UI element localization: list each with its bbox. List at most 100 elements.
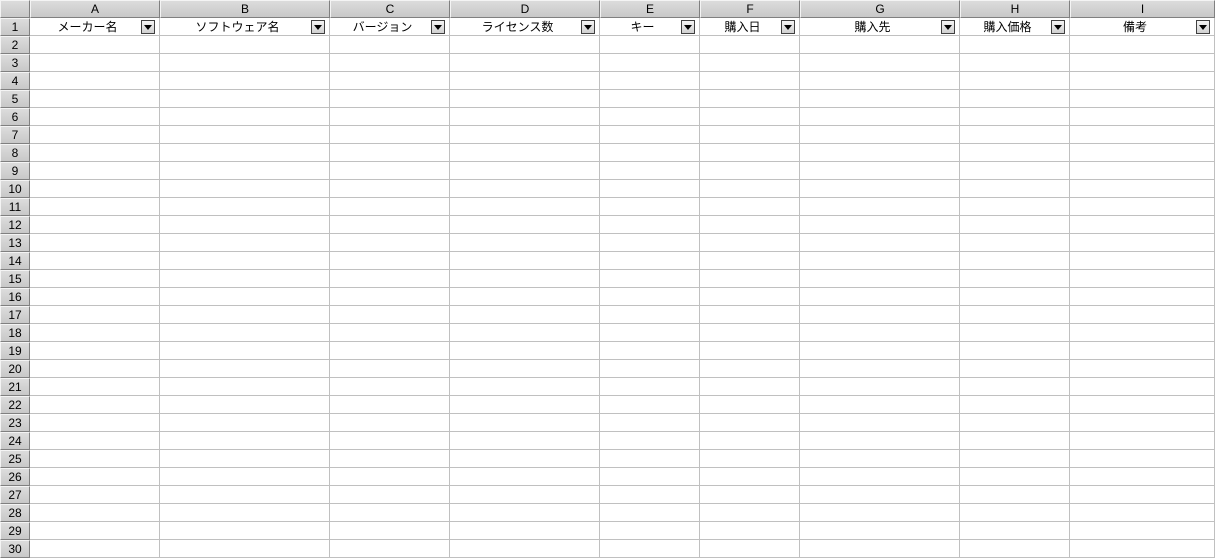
cell[interactable]: ライセンス数 xyxy=(450,18,600,36)
cell[interactable] xyxy=(450,450,600,468)
cell[interactable] xyxy=(160,54,330,72)
cell[interactable] xyxy=(330,360,450,378)
cell[interactable] xyxy=(450,540,600,558)
row-header[interactable]: 26 xyxy=(0,468,30,486)
cell[interactable] xyxy=(450,360,600,378)
cell[interactable] xyxy=(30,72,160,90)
cell[interactable] xyxy=(160,504,330,522)
cell[interactable] xyxy=(160,540,330,558)
cell[interactable] xyxy=(960,288,1070,306)
cell[interactable] xyxy=(1070,414,1215,432)
cell[interactable] xyxy=(30,414,160,432)
cell[interactable] xyxy=(450,198,600,216)
cell[interactable] xyxy=(330,396,450,414)
cell[interactable] xyxy=(800,288,960,306)
cell[interactable] xyxy=(600,36,700,54)
cell[interactable] xyxy=(600,378,700,396)
cell[interactable] xyxy=(800,342,960,360)
cell[interactable] xyxy=(1070,324,1215,342)
cell[interactable] xyxy=(450,324,600,342)
row-header[interactable]: 23 xyxy=(0,414,30,432)
cell[interactable] xyxy=(960,90,1070,108)
row-header[interactable]: 24 xyxy=(0,432,30,450)
cell[interactable] xyxy=(800,252,960,270)
row-header[interactable]: 12 xyxy=(0,216,30,234)
cell[interactable] xyxy=(600,126,700,144)
cell[interactable] xyxy=(960,72,1070,90)
cell[interactable] xyxy=(600,234,700,252)
cell[interactable] xyxy=(30,216,160,234)
row-header[interactable]: 13 xyxy=(0,234,30,252)
cell[interactable] xyxy=(30,108,160,126)
cell[interactable] xyxy=(450,306,600,324)
cell[interactable] xyxy=(600,450,700,468)
row-header[interactable]: 3 xyxy=(0,54,30,72)
cell[interactable] xyxy=(800,234,960,252)
cell[interactable] xyxy=(600,90,700,108)
cell[interactable] xyxy=(1070,54,1215,72)
cell[interactable] xyxy=(800,522,960,540)
cell[interactable] xyxy=(450,414,600,432)
row-header[interactable]: 15 xyxy=(0,270,30,288)
cell[interactable] xyxy=(160,378,330,396)
cell[interactable] xyxy=(330,324,450,342)
cell[interactable] xyxy=(600,198,700,216)
row-header[interactable]: 22 xyxy=(0,396,30,414)
cell[interactable] xyxy=(30,378,160,396)
row-header[interactable]: 17 xyxy=(0,306,30,324)
row-header[interactable]: 11 xyxy=(0,198,30,216)
cell[interactable] xyxy=(30,396,160,414)
cell[interactable] xyxy=(450,126,600,144)
cell[interactable] xyxy=(30,252,160,270)
cell[interactable] xyxy=(330,216,450,234)
cell[interactable] xyxy=(330,198,450,216)
filter-dropdown-button[interactable] xyxy=(681,20,695,34)
filter-dropdown-button[interactable] xyxy=(581,20,595,34)
row-header[interactable]: 18 xyxy=(0,324,30,342)
row-header[interactable]: 2 xyxy=(0,36,30,54)
cell[interactable] xyxy=(700,36,800,54)
cell[interactable] xyxy=(600,432,700,450)
cell[interactable] xyxy=(160,414,330,432)
cell[interactable] xyxy=(800,270,960,288)
cell[interactable] xyxy=(160,450,330,468)
cell[interactable] xyxy=(600,216,700,234)
row-header[interactable]: 27 xyxy=(0,486,30,504)
cell[interactable] xyxy=(800,378,960,396)
cell[interactable] xyxy=(700,504,800,522)
cell[interactable] xyxy=(800,36,960,54)
cell[interactable] xyxy=(600,468,700,486)
cell[interactable] xyxy=(700,324,800,342)
filter-dropdown-button[interactable] xyxy=(1196,20,1210,34)
column-header-H[interactable]: H xyxy=(960,0,1070,18)
cell[interactable] xyxy=(330,270,450,288)
cell[interactable] xyxy=(450,270,600,288)
cell[interactable] xyxy=(330,234,450,252)
cell[interactable] xyxy=(30,180,160,198)
cell[interactable] xyxy=(1070,270,1215,288)
cell[interactable] xyxy=(800,504,960,522)
cell[interactable] xyxy=(450,54,600,72)
cell[interactable] xyxy=(450,90,600,108)
cell[interactable] xyxy=(160,198,330,216)
cell[interactable] xyxy=(960,306,1070,324)
cell[interactable] xyxy=(160,306,330,324)
cell[interactable]: バージョン xyxy=(330,18,450,36)
cell[interactable] xyxy=(1070,486,1215,504)
cell[interactable] xyxy=(160,216,330,234)
cell[interactable] xyxy=(30,144,160,162)
cell[interactable] xyxy=(30,522,160,540)
cell[interactable] xyxy=(160,342,330,360)
cell[interactable] xyxy=(160,180,330,198)
cell[interactable] xyxy=(800,450,960,468)
cell[interactable] xyxy=(800,486,960,504)
cell[interactable] xyxy=(700,72,800,90)
filter-dropdown-button[interactable] xyxy=(1051,20,1065,34)
cell[interactable] xyxy=(1070,360,1215,378)
cell[interactable] xyxy=(160,72,330,90)
cell[interactable] xyxy=(600,504,700,522)
cell[interactable] xyxy=(600,414,700,432)
cell[interactable] xyxy=(30,486,160,504)
cell[interactable] xyxy=(1070,504,1215,522)
cell[interactable] xyxy=(800,162,960,180)
